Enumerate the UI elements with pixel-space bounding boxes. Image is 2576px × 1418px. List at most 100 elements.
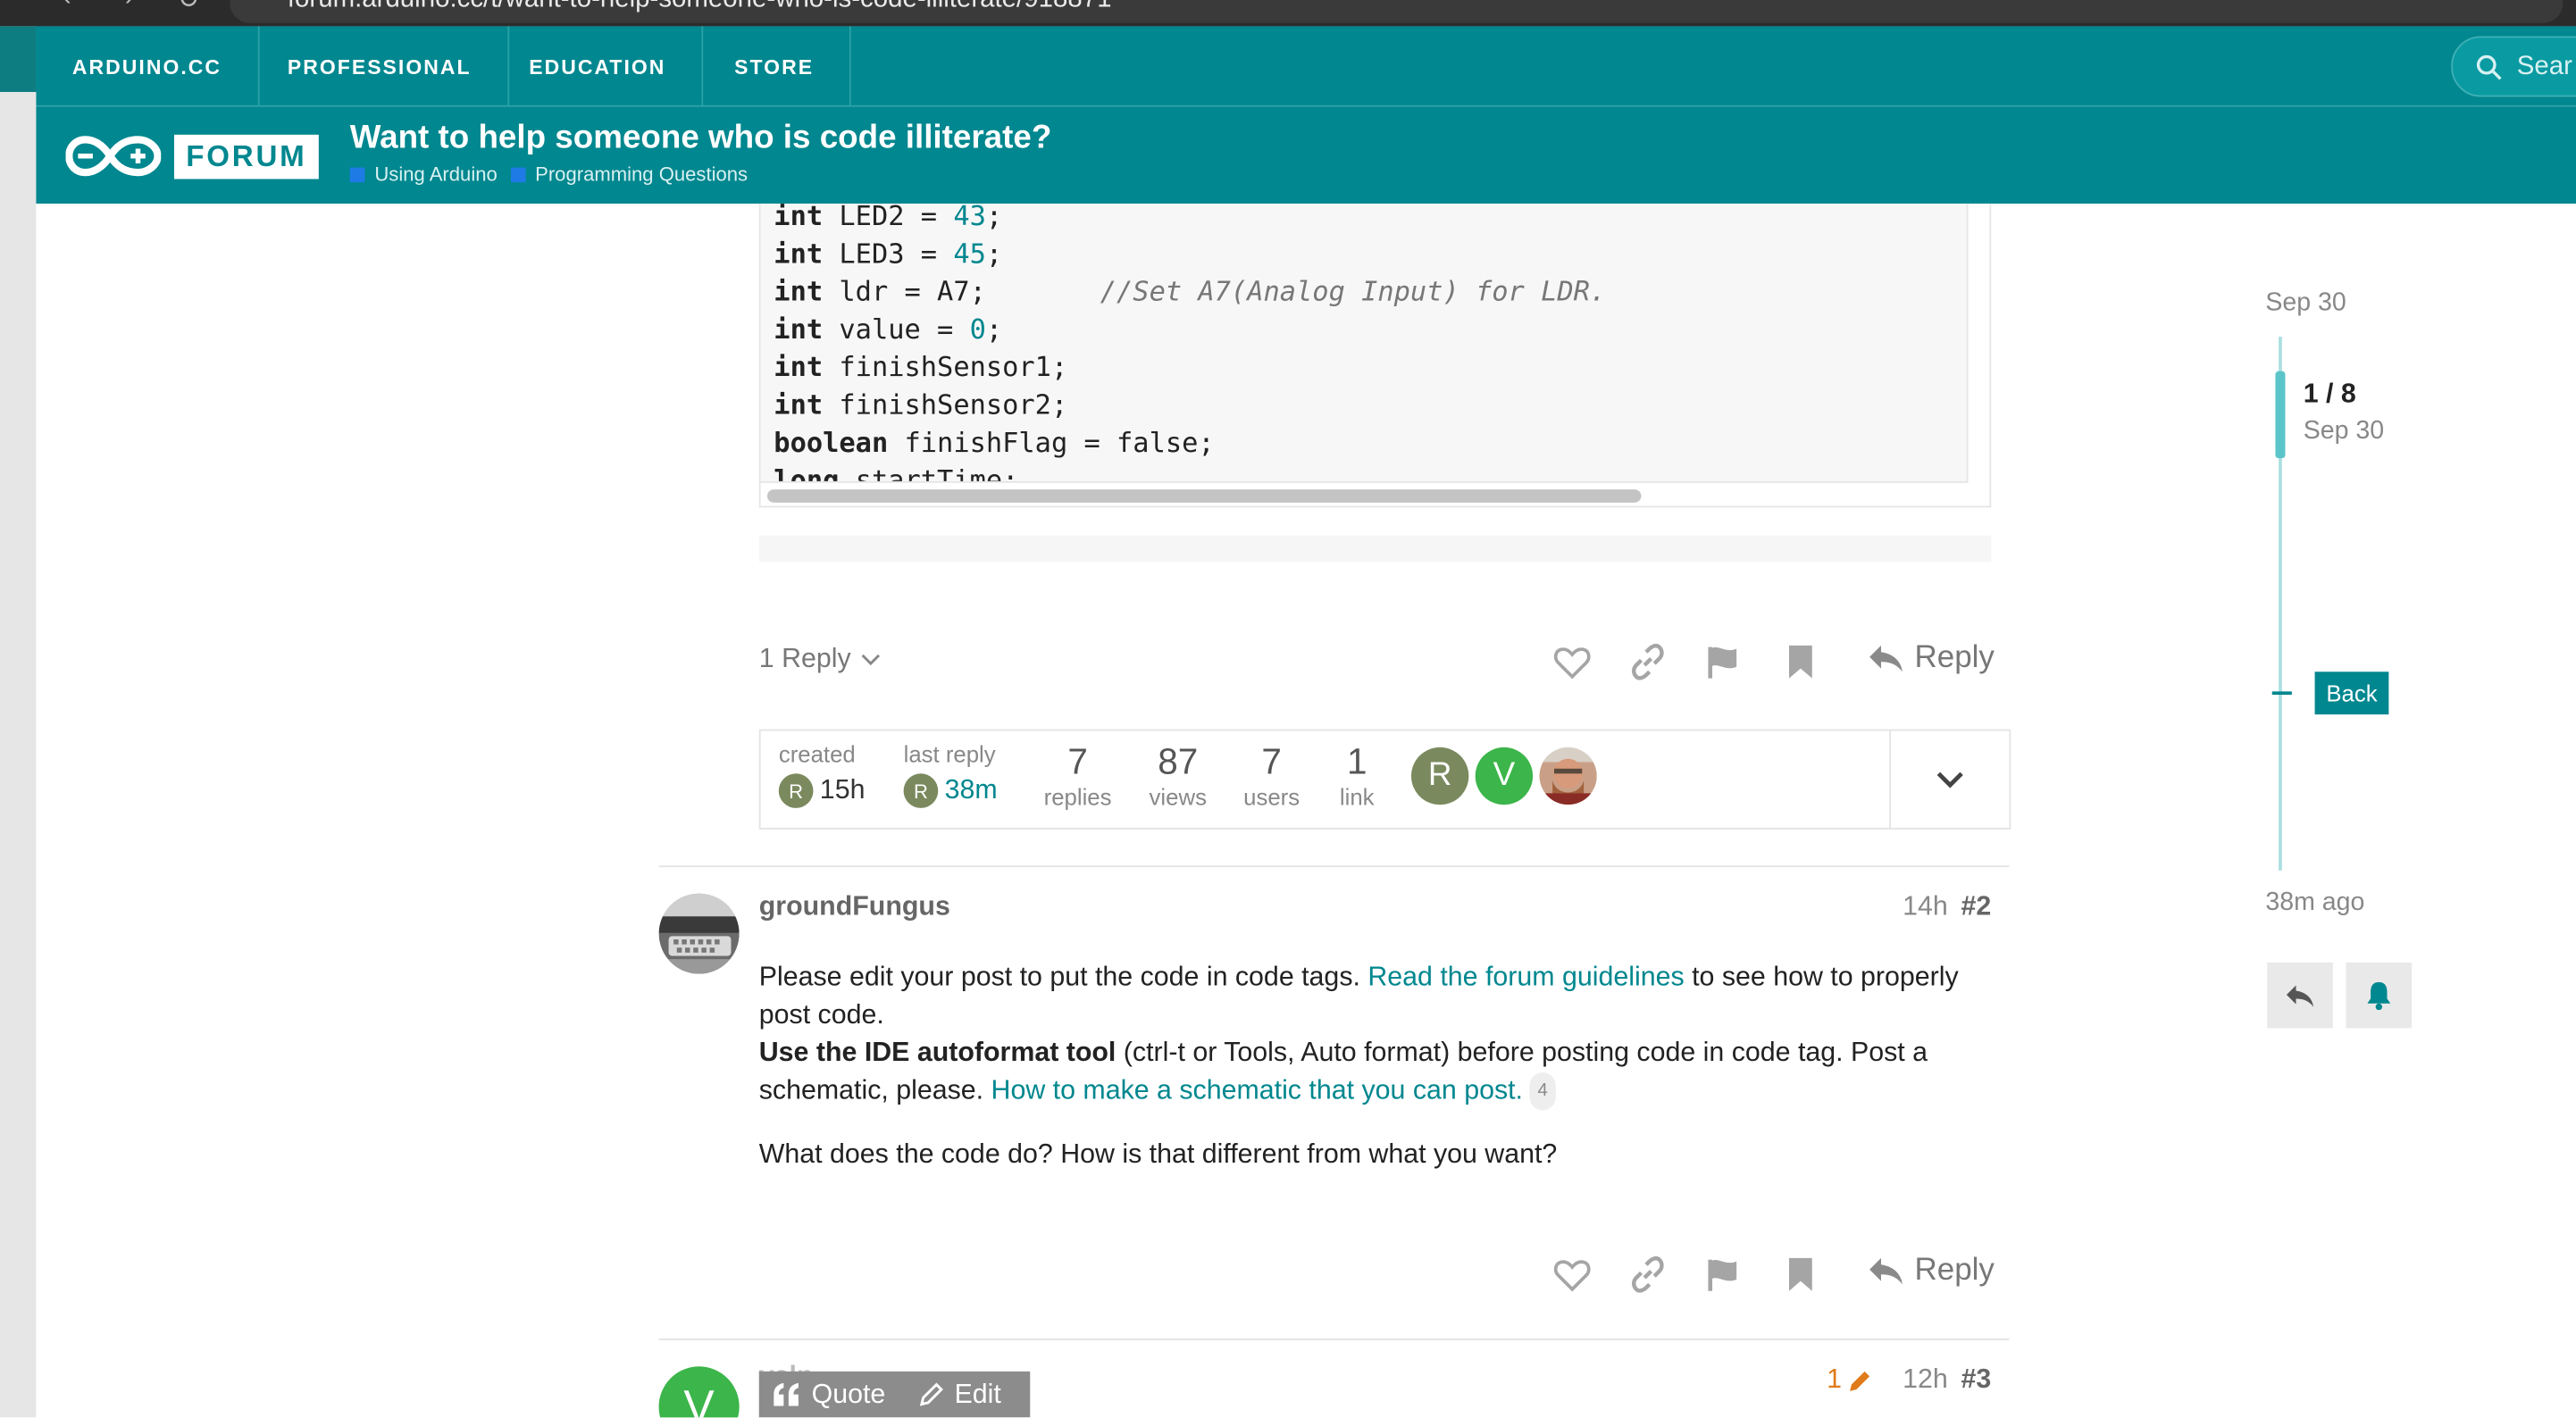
- code-content[interactable]: int LED2 = 43; int LED3 = 45; int ldr = A7…: [760, 204, 1969, 483]
- reply-arrow-icon: [2286, 984, 2314, 1006]
- post-text: Please edit your post to put the code in…: [758, 962, 1368, 992]
- topic-last-reply[interactable]: last reply R 38m: [903, 740, 998, 808]
- timeline-handle[interactable]: [2275, 371, 2286, 459]
- post-bold-text: Use the IDE autoformat tool: [758, 1038, 1117, 1068]
- nav-education[interactable]: EDUCATION: [493, 26, 704, 107]
- bookmark-icon[interactable]: [1781, 642, 1820, 681]
- code-line: int LED3 = 45;: [774, 238, 1003, 270]
- reply-button-label: Reply: [1914, 640, 1995, 675]
- topic-replies-stat: 7 replies: [1043, 740, 1112, 810]
- avatar: R: [903, 773, 939, 808]
- post-text: What does the code do? How is that diffe…: [758, 1139, 1558, 1170]
- category-link-using-arduino[interactable]: Using Arduino: [349, 163, 498, 186]
- forward-nav-icon[interactable]: ›: [125, 0, 134, 13]
- search-icon: [2476, 54, 2502, 79]
- back-nav-icon[interactable]: ‹: [63, 0, 71, 13]
- category-link-programming-questions[interactable]: Programming Questions: [510, 163, 748, 186]
- timeline-start-date[interactable]: Sep 30: [2265, 289, 2346, 319]
- reply-button[interactable]: Reply: [1869, 1253, 1995, 1289]
- reload-icon[interactable]: ↻: [178, 0, 200, 16]
- code-horizontal-scrollbar[interactable]: [766, 489, 1642, 503]
- topic-users-stat: 7 users: [1243, 740, 1301, 810]
- user-avatar[interactable]: V: [658, 1366, 740, 1418]
- category-color-swatch: [349, 168, 365, 183]
- share-link-icon[interactable]: [1628, 642, 1668, 681]
- timeline-notification-button[interactable]: [2346, 962, 2413, 1029]
- post-divider: [658, 865, 2010, 868]
- arduino-logo-icon[interactable]: [65, 133, 162, 179]
- edit-history-indicator[interactable]: 1: [1827, 1364, 1873, 1396]
- chevron-down-icon: [861, 653, 880, 665]
- post-meta[interactable]: 14h #2: [1903, 892, 1991, 923]
- reply-button-label: Reply: [1914, 1253, 1995, 1289]
- quote-button[interactable]: Quote: [772, 1379, 885, 1410]
- topic-created[interactable]: created R 15h: [778, 740, 866, 808]
- code-line: int ldr = A7; //Set A7(Analog Input) for…: [774, 276, 1607, 307]
- last-reply-label: last reply: [903, 740, 996, 767]
- post-number[interactable]: #2: [1961, 892, 1991, 923]
- top-navigation: ARDUINO.CC PROFESSIONAL EDUCATION STORE …: [36, 26, 2576, 107]
- code-line: boolean finishFlag = false;: [774, 427, 1215, 459]
- post2-actions: Reply: [759, 1252, 1995, 1301]
- browser-viewport: ‹ › ↻ forum.arduino.cc/t/want-to-help-so…: [0, 0, 2576, 1418]
- flag-icon[interactable]: [1703, 642, 1743, 681]
- forum-badge[interactable]: FORUM: [173, 134, 319, 179]
- schematic-howto-link[interactable]: How to make a schematic that you can pos…: [991, 1076, 1523, 1105]
- timeline-reply-button[interactable]: [2267, 962, 2333, 1029]
- timeline-last-read-marker: [2271, 691, 2292, 696]
- forum-guidelines-link[interactable]: Read the forum guidelines: [1367, 963, 1684, 992]
- replies-toggle[interactable]: 1 Reply: [759, 644, 881, 675]
- share-link-icon[interactable]: [1628, 1255, 1668, 1294]
- reply-arrow-icon: [1869, 1257, 1903, 1285]
- timeline-position: 1 / 8: [2303, 379, 2356, 409]
- last-reply-time: 38m: [944, 775, 998, 805]
- like-heart-icon[interactable]: [1552, 642, 1592, 681]
- edit-button[interactable]: Edit: [918, 1379, 1001, 1410]
- post-number[interactable]: #3: [1961, 1364, 1991, 1396]
- topic-title[interactable]: Want to help someone who is code illiter…: [350, 120, 1052, 157]
- link-click-count-badge: 4: [1529, 1072, 1557, 1111]
- created-label: created: [778, 740, 856, 767]
- timeline-back-button[interactable]: Back: [2314, 671, 2389, 715]
- topic-map-expand[interactable]: [1889, 730, 2009, 829]
- flag-icon[interactable]: [1703, 1255, 1743, 1294]
- code-line: long startTime;: [774, 464, 1019, 483]
- bookmark-icon[interactable]: [1781, 1255, 1820, 1294]
- pencil-icon: [919, 1382, 943, 1406]
- post-footer-spacer: [758, 535, 1992, 563]
- url-text[interactable]: forum.arduino.cc/t/want-to-help-someone-…: [288, 0, 1112, 15]
- forum-header: FORUM Want to help someone who is code i…: [36, 106, 2576, 204]
- search-placeholder: Sear: [2516, 51, 2572, 80]
- nav-store[interactable]: STORE: [698, 26, 852, 107]
- participant-photo-avatar[interactable]: [1539, 747, 1597, 805]
- like-heart-icon[interactable]: [1552, 1255, 1592, 1294]
- post-time[interactable]: 12h: [1903, 1364, 1948, 1396]
- post-meta[interactable]: 1 12h #3: [1827, 1364, 1991, 1396]
- code-line: int finishSensor2;: [774, 388, 1068, 421]
- post-divider: [658, 1339, 2010, 1340]
- search-box[interactable]: Sear: [2451, 36, 2576, 97]
- timeline-end-date[interactable]: 38m ago: [2265, 888, 2364, 918]
- topic-views-stat: 87 views: [1149, 740, 1207, 810]
- topic-map: created R 15h last reply R 38m 7 replies 87…: [758, 729, 2011, 830]
- browser-chrome: ‹ › ↻ forum.arduino.cc/t/want-to-help-so…: [0, 0, 2576, 27]
- reply-arrow-icon: [1869, 645, 1903, 672]
- nav-professional[interactable]: PROFESSIONAL: [251, 26, 509, 107]
- post-time[interactable]: 14h: [1903, 892, 1948, 923]
- avatar: R: [778, 773, 814, 808]
- category-color-swatch: [510, 168, 526, 183]
- timeline-position-date: Sep 30: [2303, 417, 2385, 446]
- code-line: int finishSensor1;: [774, 351, 1068, 383]
- participant-avatar[interactable]: V: [1475, 747, 1534, 805]
- nav-arduino-cc[interactable]: ARDUINO.CC: [36, 26, 260, 107]
- reply-count-label: 1 Reply: [758, 644, 851, 674]
- created-time: 15h: [819, 775, 866, 805]
- participant-avatar[interactable]: R: [1410, 747, 1469, 805]
- post-body: Please edit your post to put the code in…: [759, 959, 2000, 1200]
- user-avatar[interactable]: [658, 893, 740, 974]
- code-line: int LED2 = 43;: [774, 204, 1003, 232]
- reply-button[interactable]: Reply: [1869, 640, 1995, 676]
- topic-links-stat[interactable]: 1 link: [1333, 741, 1382, 810]
- post-username[interactable]: groundFungus: [759, 892, 950, 923]
- quote-edit-popup: Quote Edit: [758, 1371, 1031, 1418]
